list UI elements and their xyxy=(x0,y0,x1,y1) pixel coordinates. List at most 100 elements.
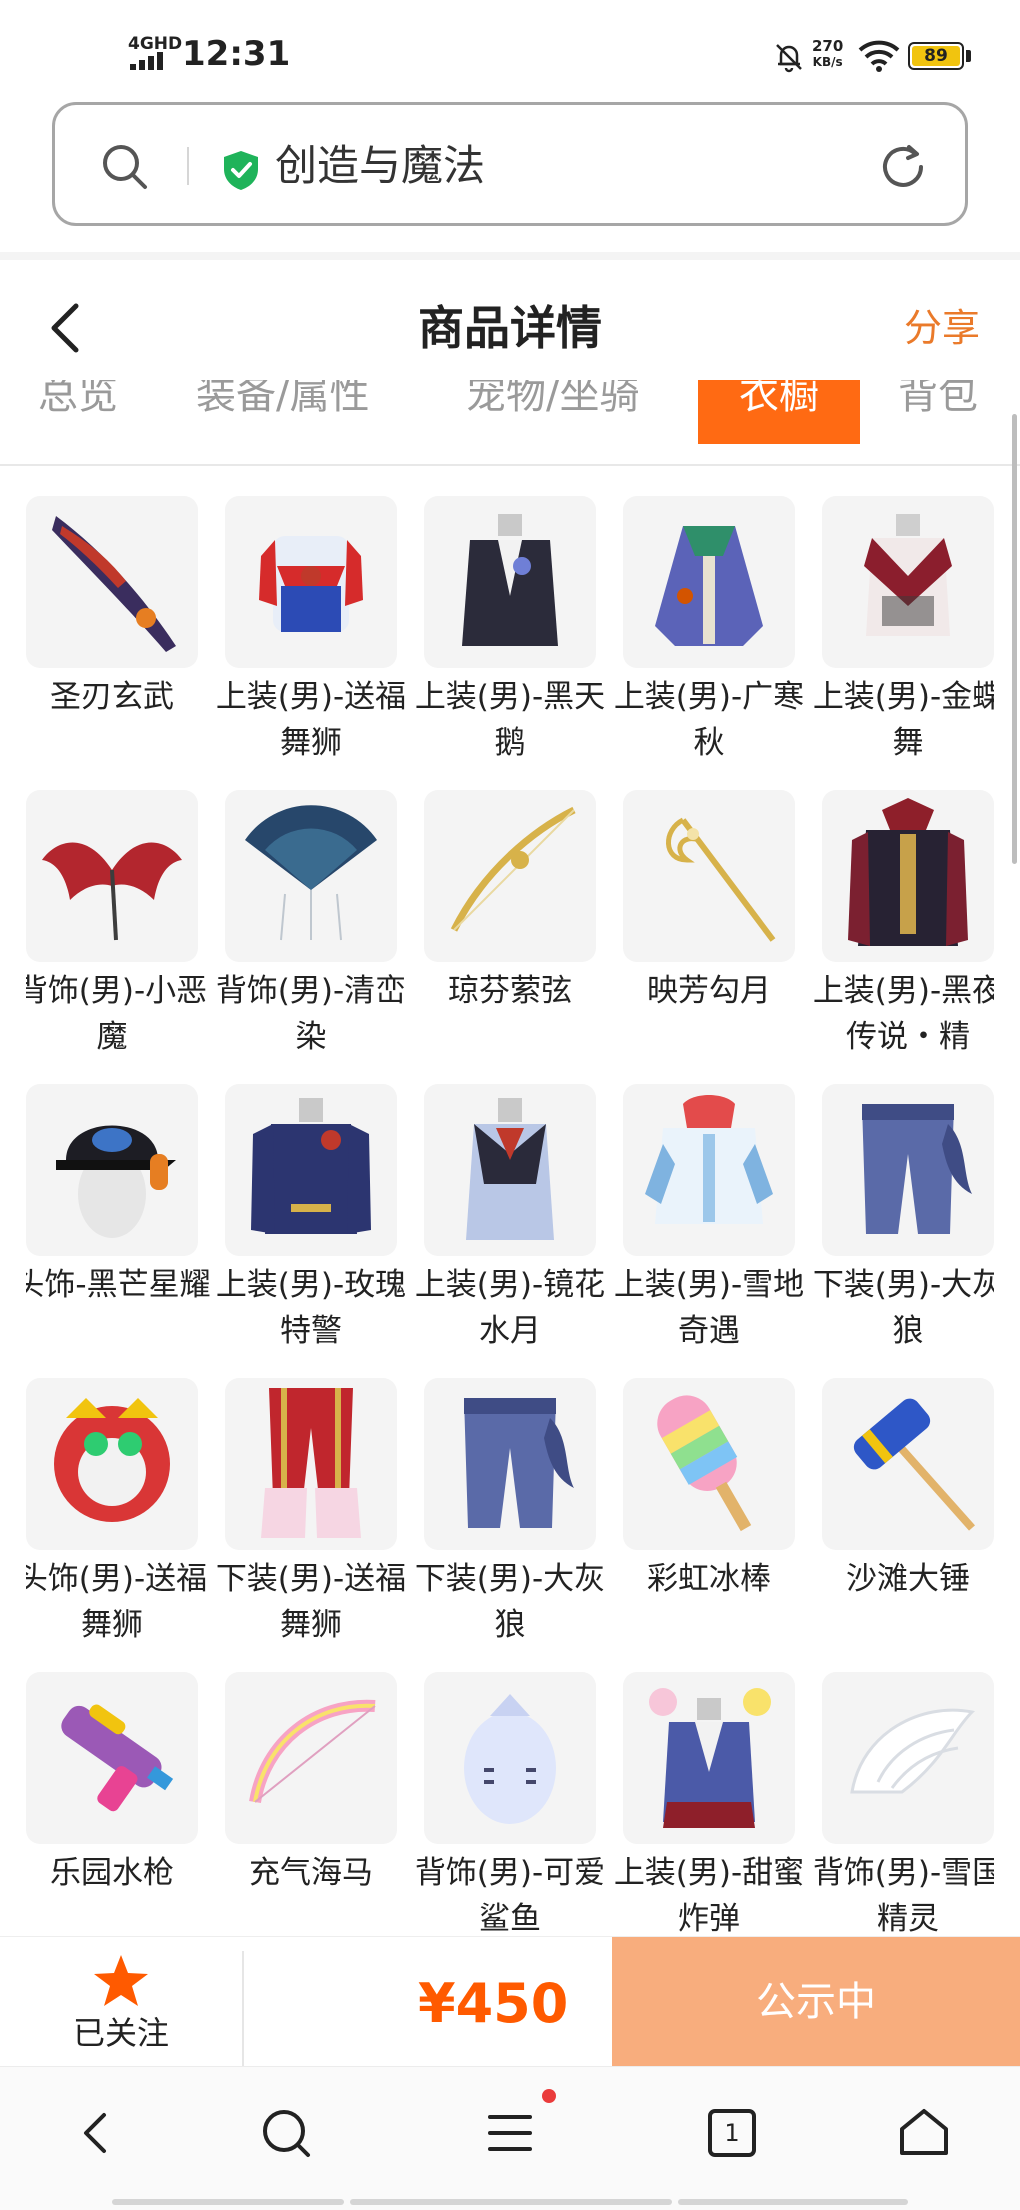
list-item[interactable]: 上装(男)-镜花水月 xyxy=(415,1084,605,1354)
mirror-flower-top-icon xyxy=(466,1098,554,1240)
shark-backpack-icon xyxy=(464,1694,556,1824)
item-name: 上装(男)-广寒秋 xyxy=(613,679,805,761)
tabs-button[interactable]: 1 xyxy=(702,2103,762,2163)
item-name: 上装(男)-玫瑰特警 xyxy=(215,1267,407,1349)
gesture-bar-left xyxy=(112,2199,344,2205)
item-thumbnail xyxy=(225,1672,397,1844)
item-name: 下装(男)-大灰狼 xyxy=(414,1561,606,1643)
list-item[interactable]: 背饰(男)-清峦染 xyxy=(216,790,406,1060)
list-item[interactable]: 上装(男)-金蝶舞 xyxy=(813,496,994,766)
list-item[interactable]: 映芳勾月 xyxy=(623,790,795,1014)
list-item[interactable]: 上装(男)-甜蜜炸弹 xyxy=(614,1672,804,1936)
search-icon[interactable] xyxy=(256,2103,316,2163)
status-bar: 4GHD 12:31 270 KB/s 89 xyxy=(0,0,1020,100)
refresh-icon[interactable] xyxy=(877,141,929,193)
list-item[interactable]: 下装(男)-大灰狼 xyxy=(813,1084,994,1354)
snow-wings-icon xyxy=(850,1708,976,1794)
follow-label: 已关注 xyxy=(72,2014,169,2052)
item-name: 背饰(男)-可爱鲨鱼 xyxy=(414,1855,606,1936)
item-thumbnail xyxy=(623,496,795,668)
search-icon[interactable] xyxy=(99,141,149,191)
tab-pets-mounts[interactable]: 宠物/坐骑 xyxy=(466,380,639,444)
list-item[interactable]: 背饰(男)-可爱鲨鱼 xyxy=(415,1672,605,1936)
item-name: 背饰(男)-小恶魔 xyxy=(26,973,208,1055)
list-item[interactable]: 乐园水枪 xyxy=(26,1672,198,1896)
list-item[interactable]: 下装(男)-大灰狼 xyxy=(415,1378,605,1648)
list-item[interactable]: 头饰(男)-送福舞狮 xyxy=(26,1378,207,1648)
address-divider xyxy=(187,147,189,185)
item-name: 背饰(男)-雪国精灵 xyxy=(812,1855,994,1936)
item-thumbnail xyxy=(822,1378,994,1550)
lion-dance-top-icon xyxy=(259,536,363,632)
item-name: 下装(男)-送福舞狮 xyxy=(215,1561,407,1643)
rose-uniform-icon xyxy=(251,1098,371,1234)
item-thumbnail xyxy=(26,1378,198,1550)
item-name: 上装(男)-黑天鹅 xyxy=(414,679,606,761)
list-item[interactable]: 背饰(男)-雪国精灵 xyxy=(813,1672,994,1936)
list-item[interactable]: 上装(男)-黑夜传说・精 xyxy=(813,790,994,1060)
candy-suit-icon xyxy=(649,1688,771,1828)
list-item[interactable]: 上装(男)-广寒秋 xyxy=(614,496,804,766)
purchase-bar: 已关注 ¥450 公示中 xyxy=(0,1936,1020,2067)
battery-tip xyxy=(966,50,971,62)
list-item[interactable]: 下装(男)-送福舞狮 xyxy=(216,1378,406,1648)
devil-wings-icon xyxy=(42,842,182,941)
share-button[interactable]: 分享 xyxy=(904,304,980,352)
tab-equipment[interactable]: 装备/属性 xyxy=(196,380,369,444)
item-thumbnail xyxy=(623,790,795,962)
list-item[interactable]: 上装(男)-雪地奇遇 xyxy=(614,1084,804,1354)
speed-value: 270 xyxy=(812,37,844,55)
list-item[interactable]: 上装(男)-黑天鹅 xyxy=(415,496,605,766)
list-item[interactable]: 充气海马 xyxy=(225,1672,397,1896)
item-thumbnail xyxy=(822,496,994,668)
list-item[interactable]: 上装(男)-玫瑰特警 xyxy=(216,1084,406,1354)
address-bar[interactable]: 创造与魔法 xyxy=(52,102,968,226)
page-title: 商品详情 xyxy=(418,301,602,355)
item-thumbnail xyxy=(26,790,198,962)
back-icon[interactable] xyxy=(66,2103,126,2163)
scrollbar[interactable] xyxy=(1012,414,1017,864)
list-item[interactable]: 背饰(男)-小恶魔 xyxy=(26,790,207,1060)
item-name: 背饰(男)-清峦染 xyxy=(215,973,407,1055)
clock: 12:31 xyxy=(182,34,291,74)
list-item[interactable]: 彩虹冰棒 xyxy=(623,1378,795,1602)
item-thumbnail xyxy=(26,1672,198,1844)
status-button[interactable]: 公示中 xyxy=(612,1937,1020,2067)
home-icon[interactable] xyxy=(894,2103,954,2163)
tab-backpack[interactable]: 背包 xyxy=(898,380,978,444)
item-thumbnail xyxy=(424,496,596,668)
menu-icon[interactable] xyxy=(480,2103,540,2163)
wardrobe-grid: 圣刃玄武 上装(男)-送福舞狮 上装(男)-黑天鹅 上装(男)-广寒秋 上装(男… xyxy=(26,496,994,1936)
speed-unit: KB/s xyxy=(812,55,843,69)
item-thumbnail xyxy=(424,1672,596,1844)
tab-overview[interactable]: 总览 xyxy=(38,380,118,444)
browser-nav-bar: 1 xyxy=(0,2066,1020,2210)
follow-button[interactable]: 已关注 xyxy=(0,1937,242,2067)
list-item[interactable]: 圣刃玄武 xyxy=(26,496,198,720)
list-item[interactable]: 琼芬萦弦 xyxy=(424,790,596,1014)
lion-pants-icon xyxy=(261,1388,361,1538)
star-icon xyxy=(94,1955,148,2006)
golden-bow-icon xyxy=(450,806,576,932)
tab-wardrobe[interactable]: 衣橱 xyxy=(698,380,860,444)
address-text[interactable]: 创造与魔法 xyxy=(275,141,485,191)
item-name: 上装(男)-甜蜜炸弹 xyxy=(613,1855,805,1936)
list-item[interactable]: 上装(男)-送福舞狮 xyxy=(216,496,406,766)
item-name: 上装(男)-雪地奇遇 xyxy=(613,1267,805,1349)
battery-icon: 89 xyxy=(908,42,964,70)
price: ¥450 xyxy=(418,1972,569,2035)
item-thumbnail xyxy=(623,1672,795,1844)
tab-count: 1 xyxy=(724,2119,740,2147)
wolf-pants-icon xyxy=(464,1398,574,1528)
blade-icon xyxy=(52,516,176,652)
snow-jacket-icon xyxy=(645,1095,773,1224)
list-item[interactable]: 头饰-黑芒星耀 xyxy=(26,1084,211,1308)
item-name: 彩虹冰棒 xyxy=(647,1561,771,1597)
gesture-bar-center xyxy=(350,2199,672,2205)
item-name: 沙滩大锤 xyxy=(846,1561,970,1597)
item-thumbnail xyxy=(26,496,198,668)
signal-icon xyxy=(130,52,174,70)
network-speed: 270 KB/s xyxy=(812,38,843,70)
list-item[interactable]: 沙滩大锤 xyxy=(822,1378,994,1602)
item-name: 琼芬萦弦 xyxy=(448,973,572,1009)
